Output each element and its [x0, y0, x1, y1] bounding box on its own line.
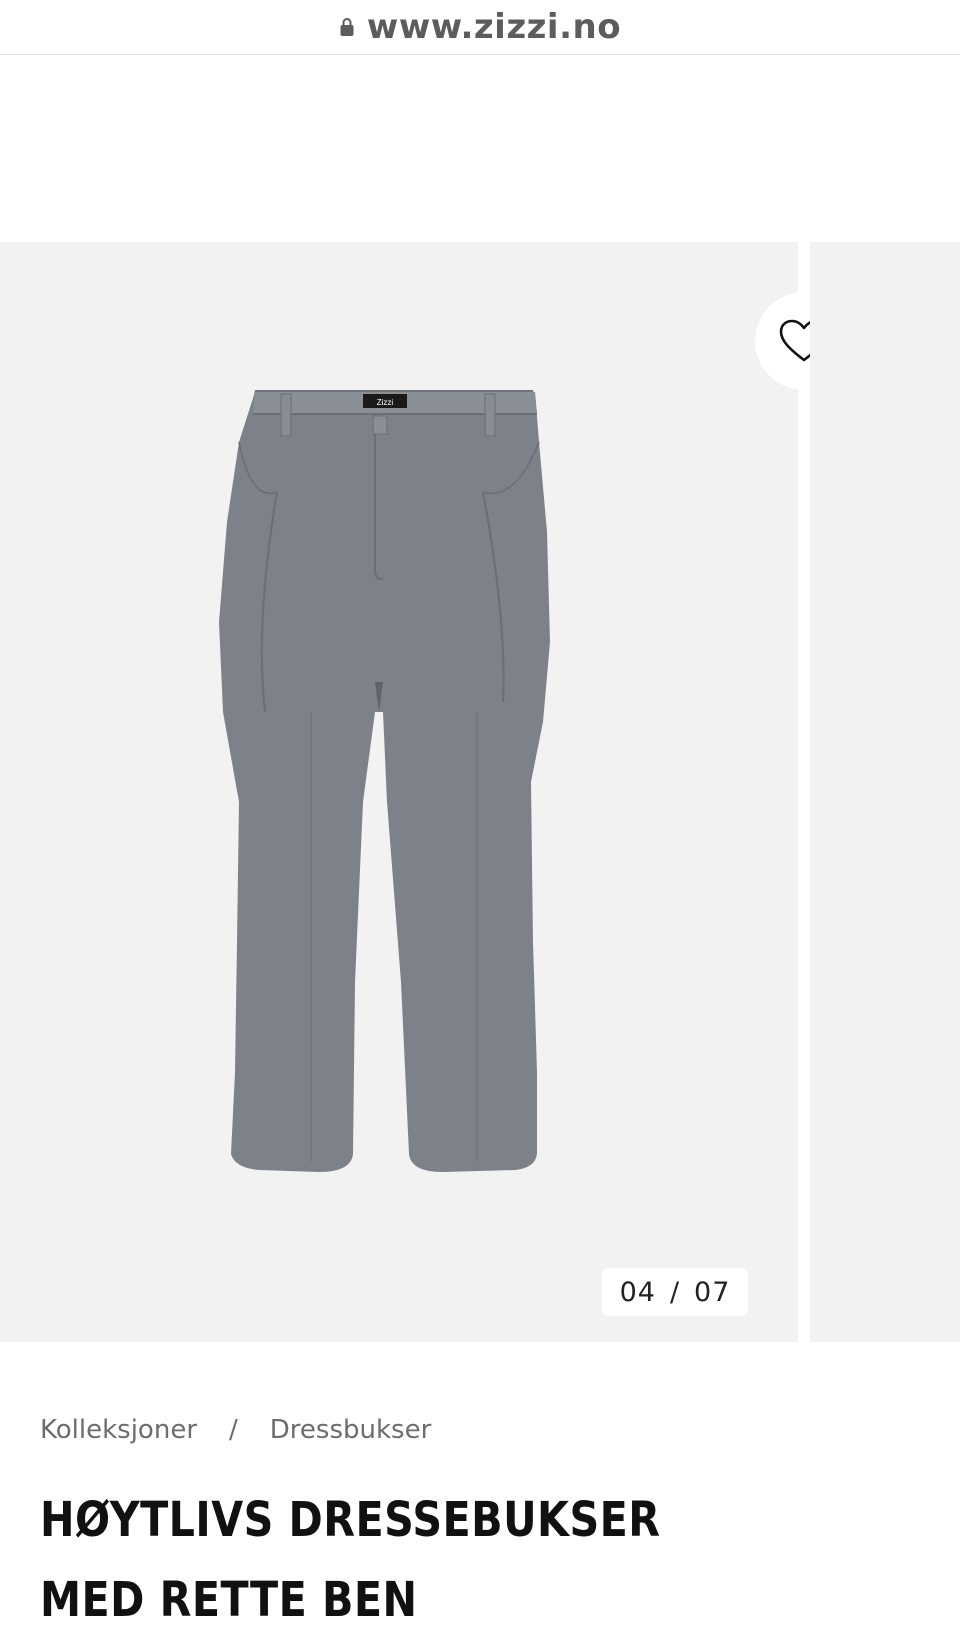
product-image: Zizzi [219, 390, 550, 1172]
product-gallery[interactable]: Zizzi 04 / 07 [0, 242, 960, 1342]
product-page: www.zizzi.no Zizzi 04 / 07 Kolleksjoner … [0, 0, 960, 1640]
gallery-slide-next[interactable] [810, 242, 960, 1342]
slide-current: 04 [619, 1276, 656, 1308]
breadcrumb-item-kolleksjoner[interactable]: Kolleksjoner [40, 1415, 197, 1445]
slide-separator: / [669, 1276, 681, 1308]
slide-total: 07 [694, 1276, 731, 1308]
garment-label: Zizzi [377, 398, 394, 407]
gallery-slide-current[interactable]: Zizzi 04 / 07 [0, 242, 853, 1342]
breadcrumb-separator: / [229, 1415, 238, 1445]
lock-icon [340, 18, 354, 36]
address-bar[interactable]: www.zizzi.no [0, 0, 960, 55]
url-text: www.zizzi.no [366, 7, 622, 47]
breadcrumb-item-dressbukser[interactable]: Dressbukser [270, 1415, 432, 1445]
slide-counter: 04 / 07 [602, 1268, 748, 1316]
breadcrumb: Kolleksjoner / Dressbukser [40, 1410, 431, 1450]
product-title: HØYTLIVS DRESSEBUKSER MED RETTE BEN [40, 1492, 661, 1628]
